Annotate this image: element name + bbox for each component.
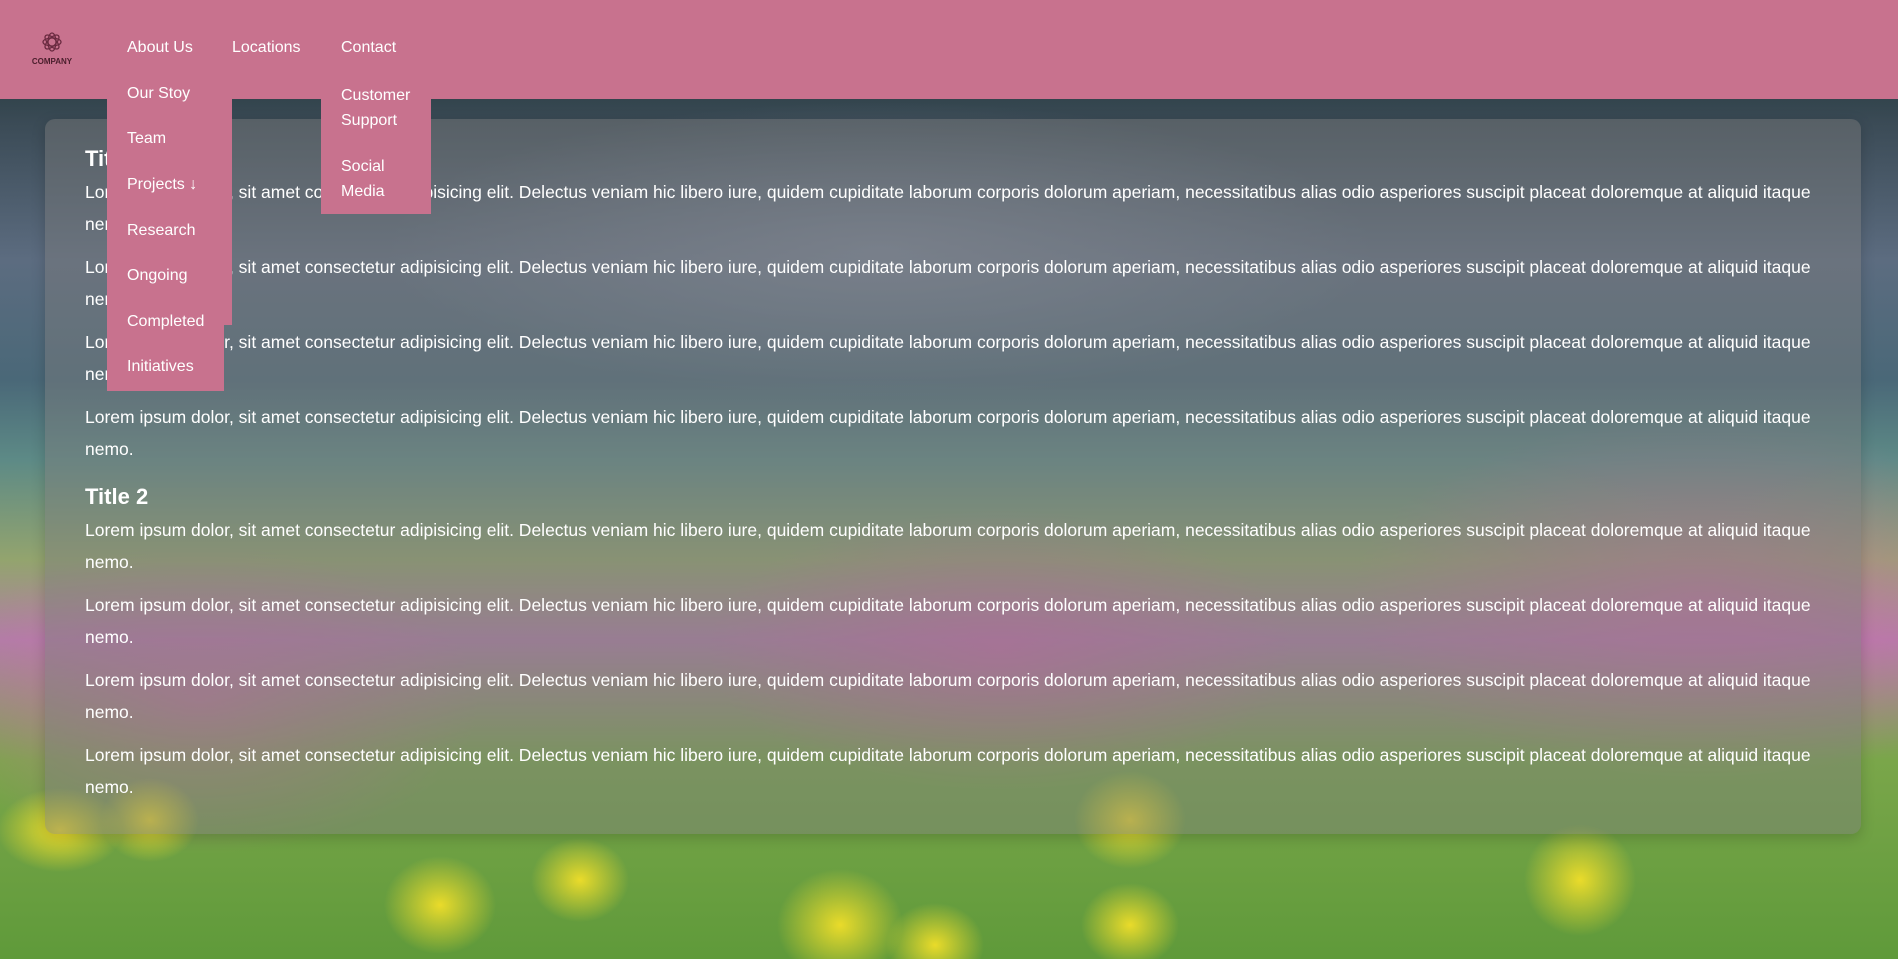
contact-dropdown: Customer Support Social Media: [321, 87, 431, 214]
paragraph: Lorem ipsum dolor, sit amet consectetur …: [85, 670, 1811, 722]
paragraph: Lorem ipsum dolor, sit amet consectetur …: [85, 257, 1811, 309]
dropdown-item-ongoing[interactable]: Ongoing: [127, 263, 188, 288]
nav-about-us[interactable]: About Us: [127, 38, 193, 58]
nav-locations[interactable]: Locations: [232, 38, 301, 58]
projects-dropdown: Research Ongoing Completed Initiatives: [107, 209, 224, 391]
customer-support-line1: Customer: [341, 87, 411, 104]
content-card: Title 1 Lorem ipsum dolor, sit amet cons…: [45, 119, 1861, 834]
logo-text: COMPANY: [32, 57, 73, 66]
nav-contact[interactable]: Contact: [341, 38, 396, 58]
dropdown-item-completed[interactable]: Completed: [127, 309, 204, 334]
dropdown-item-team[interactable]: Team: [127, 126, 166, 151]
section-title-2: Title 2: [85, 484, 149, 509]
paragraph: Lorem ipsum dolor, sit amet consectetur …: [85, 407, 1811, 459]
social-media-line1: Social: [341, 158, 385, 175]
top-navbar: COMPANY About Us Locations Contact: [0, 0, 1898, 99]
company-logo[interactable]: COMPANY: [28, 28, 76, 72]
dropdown-item-research[interactable]: Research: [127, 218, 195, 243]
customer-support-line2: Support: [341, 112, 398, 129]
company-logo-icon: COMPANY: [32, 32, 73, 66]
dropdown-item-customer-support[interactable]: Customer Support: [341, 83, 410, 133]
paragraph: Lorem ipsum dolor, sit amet consectetur …: [85, 520, 1811, 572]
paragraph: Lorem ipsum dolor, sit amet consectetur …: [85, 332, 1811, 384]
dropdown-item-projects[interactable]: Projects ↓: [127, 172, 197, 197]
paragraph: Lorem ipsum dolor, sit amet consectetur …: [85, 595, 1811, 647]
dropdown-item-initiatives[interactable]: Initiatives: [127, 354, 194, 379]
social-media-line2: Media: [341, 183, 385, 200]
dropdown-item-social-media[interactable]: Social Media: [341, 154, 385, 204]
dropdown-item-our-story-label[interactable]: Our Stoy: [127, 81, 190, 106]
paragraph: Lorem ipsum dolor, sit amet consectetur …: [85, 745, 1811, 797]
